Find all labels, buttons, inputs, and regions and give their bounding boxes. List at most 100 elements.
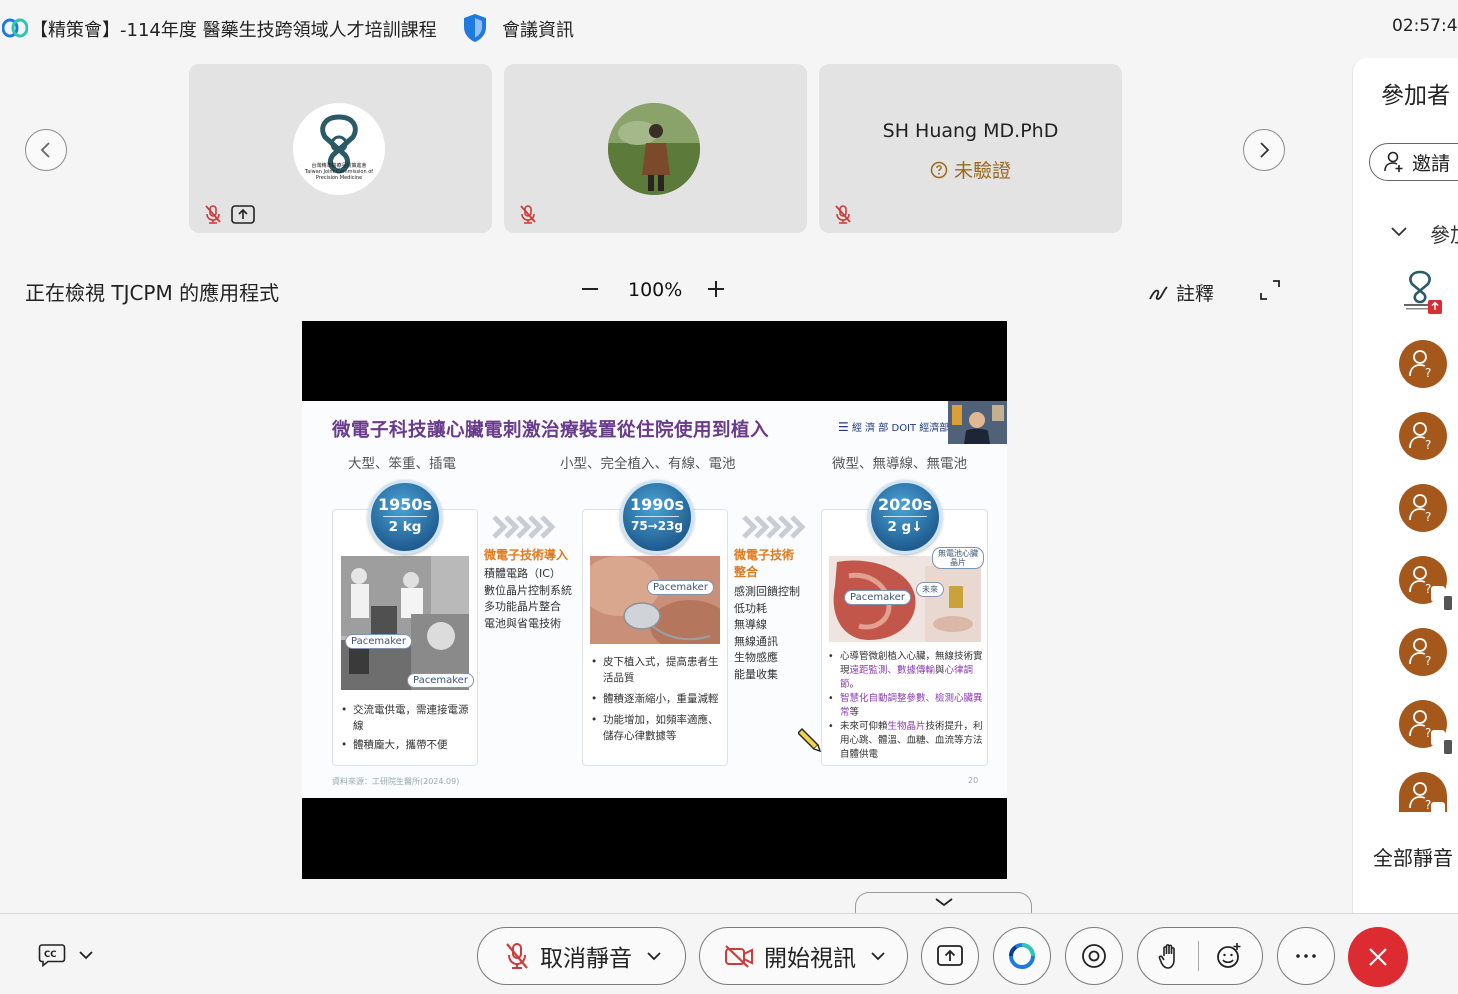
pacemaker-tag: Pacemaker (345, 634, 412, 649)
ai-assistant-button[interactable] (993, 927, 1051, 985)
participant-avatar[interactable]: ? (1399, 484, 1447, 532)
era-weight: 2 g↓ (887, 519, 923, 535)
closed-captions-icon: CC (38, 944, 66, 967)
mid-list: 積體電路（IC） 數位晶片控制系統 多功能晶片整合 電池與省電技術 (484, 566, 572, 632)
question-circle-icon (930, 161, 948, 179)
fullscreen-icon[interactable] (1259, 279, 1281, 301)
leave-meeting-button[interactable] (1348, 927, 1408, 987)
start-video-button[interactable]: 開始視訊 (699, 927, 908, 985)
share-screen-icon (937, 945, 963, 966)
tjcpm-avatar: 台灣精準醫療品質策進會 Taiwan Joint Commission of P… (293, 103, 385, 195)
era-year: 1990s (629, 495, 685, 514)
close-icon (1369, 948, 1387, 966)
leadless-chip-tag: 無電池心臟晶片 (932, 547, 984, 569)
mute-all-button[interactable]: 全部靜音 (1373, 842, 1453, 871)
ellipsis-icon (1296, 954, 1316, 958)
era-subtitle: 微型、無導線、無電池 (832, 456, 967, 472)
participant-tile[interactable]: SH Huang MD.PhD 未驗證 (819, 64, 1122, 233)
participant-name: SH Huang MD.PhD (882, 120, 1059, 142)
mobile-device-icon (1431, 730, 1452, 754)
slide-source: 資料來源：工研院生醫所(2024.09) (332, 777, 460, 786)
participant-avatar[interactable]: ? (1399, 628, 1447, 676)
chevrons-arrow-icon (492, 515, 556, 539)
annotate-button[interactable]: 註釋 (1148, 279, 1214, 306)
participant-tile[interactable]: 台灣精準醫療品質策進會 Taiwan Joint Commission of P… (189, 64, 492, 233)
pacemaker-tag: Pacemaker (844, 590, 911, 605)
bullet: 體積龐大，攜帶不便 (341, 737, 473, 753)
bullet-highlight: 生物晶片 (887, 721, 926, 732)
participant-group-label[interactable]: 參加 (1430, 219, 1458, 248)
presentation-slide: 微電子科技讓心臟電刺激治療裝置從住院使用到植入 ☰ 經 濟 部 DOIT 經濟部… (302, 401, 1007, 798)
mid-list-item: 生物感應 (734, 651, 778, 664)
vintage-pacemaker-photo (341, 556, 469, 690)
participant-avatar[interactable]: ? (1399, 340, 1447, 388)
era-weight: 75→23g (630, 519, 684, 533)
muted-mic-icon (835, 205, 851, 224)
zoom-level[interactable]: 100% (628, 279, 682, 301)
bullet-text: 。 (849, 679, 860, 690)
chevron-down-icon (79, 951, 93, 960)
next-participants-button[interactable] (1243, 129, 1285, 171)
share-content-button[interactable] (921, 927, 979, 985)
shield-icon[interactable] (462, 13, 488, 43)
unmute-button[interactable]: 取消靜音 (477, 927, 686, 985)
expand-panel-tab[interactable] (855, 892, 1032, 915)
unknown-person-icon: ? (1409, 494, 1431, 523)
mid-heading: 微電子技術導入 (484, 548, 569, 562)
tjcpm-participant-logo[interactable] (1402, 270, 1442, 316)
tjcpm-logo-icon (320, 114, 358, 174)
participant-avatar[interactable]: ? (1399, 412, 1447, 460)
era-year: 1950s (377, 495, 433, 514)
meeting-title: 【精策會】-114年度 醫藥生技跨領域人才培訓課程 (30, 20, 437, 41)
mid-heading: 微電子技術 整合 (734, 547, 794, 581)
meeting-info-link[interactable]: 會議資訊 (502, 16, 574, 42)
bullet: 功能增加，如頻率適應、儲存心律數據等 (591, 712, 721, 744)
logo-text-line: Precision Medicine (315, 175, 363, 181)
implant-photo (590, 556, 720, 644)
chevron-down-icon[interactable] (1390, 222, 1408, 240)
slide-title: 微電子科技讓心臟電刺激治療裝置從住院使用到植入 (332, 420, 770, 441)
pacemaker-tag: Pacemaker (407, 673, 474, 688)
card-2020s-bullets: 心導管微創植入心臟，無線技術實現遠距監測、數據傳輸與心律調節。 智慧化自動調整參… (828, 650, 984, 762)
participant-tile[interactable] (504, 64, 807, 233)
era-subtitle: 小型、完全植入、有線、電池 (560, 456, 736, 472)
unknown-person-icon: ? (1409, 422, 1431, 451)
chevron-down-icon[interactable] (870, 951, 886, 961)
mid-list: 感測回饋控制 低功耗 無導線 無線通訊 生物感應 能量收集 (734, 584, 800, 683)
svg-text:?: ? (1425, 510, 1431, 523)
bullet: 心導管微創植入心臟，無線技術實現遠距監測、數據傳輸與心律調節。 (828, 650, 984, 692)
mobile-device-icon (1431, 802, 1445, 812)
bullet-highlight: 遠距監測、數據傳輸 (849, 665, 936, 676)
future-tag: 未來 (916, 582, 944, 597)
era-weight: 2 kg (388, 519, 422, 535)
mid-list-item: 低功耗 (734, 601, 767, 615)
unmute-label: 取消靜音 (540, 946, 632, 972)
participant-avatar[interactable]: ? (1399, 700, 1452, 754)
annotate-label: 註釋 (1176, 283, 1215, 305)
chevron-right-icon (1260, 142, 1270, 158)
shared-screen[interactable]: 微電子科技讓心臟電刺激治療裝置從住院使用到植入 ☰ 經 濟 部 DOIT 經濟部… (302, 321, 1007, 879)
closed-captions-button[interactable]: CC (38, 943, 94, 967)
svg-text:?: ? (1425, 654, 1431, 667)
era-badge-2020s: 2020s 2 g↓ (868, 480, 942, 554)
chevron-left-icon (40, 142, 50, 158)
raise-hand-icon[interactable] (1158, 942, 1182, 970)
previous-participants-button[interactable] (25, 129, 67, 171)
participant-avatar[interactable]: ? (1399, 556, 1452, 610)
unknown-person-icon: ? (1409, 350, 1431, 379)
muted-mic-icon (205, 205, 221, 224)
bullet-text: 等 (849, 707, 860, 718)
participant-photo-avatar (608, 103, 700, 195)
add-reaction-icon[interactable] (1215, 942, 1243, 970)
sharing-status-label: 正在檢視 TJCPM 的應用程式 (25, 281, 280, 305)
zoom-out-button[interactable] (579, 278, 601, 300)
mid-list-item: 感測回饋控制 (734, 585, 800, 598)
bullet: 智慧化自動調整參數、檢測心臟異常等 (828, 692, 984, 720)
more-options-button[interactable] (1277, 927, 1335, 985)
participant-avatar[interactable]: ? (1399, 772, 1447, 812)
mid-heading-line: 整合 (734, 565, 759, 579)
chevron-down-icon[interactable] (646, 951, 662, 961)
record-button[interactable] (1065, 927, 1123, 985)
invite-button[interactable]: 邀請 (1369, 143, 1458, 181)
zoom-in-button[interactable] (705, 278, 727, 300)
